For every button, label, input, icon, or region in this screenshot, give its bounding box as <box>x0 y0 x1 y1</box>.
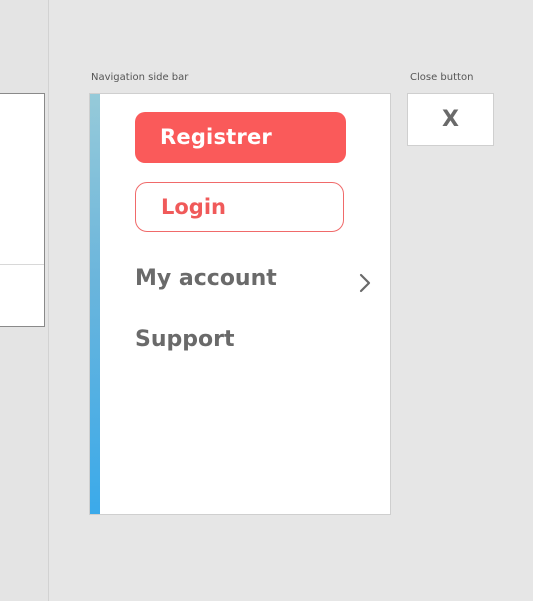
background-panel <box>0 0 49 601</box>
login-button[interactable]: Login <box>135 182 344 232</box>
navigation-sidebar: Registrer Login My account Support <box>89 93 391 515</box>
navigation-sidebar-caption: Navigation side bar <box>91 72 189 83</box>
register-button[interactable]: Registrer <box>135 112 346 163</box>
chevron-right-icon[interactable] <box>357 272 373 294</box>
close-button[interactable]: X <box>407 93 494 146</box>
nav-item-support[interactable]: Support <box>135 327 234 352</box>
content-card <box>0 93 45 327</box>
nav-item-my-account[interactable]: My account <box>135 266 277 291</box>
close-button-caption: Close button <box>410 72 474 83</box>
card-divider <box>0 264 44 265</box>
sidebar-accent-bar <box>90 94 100 514</box>
